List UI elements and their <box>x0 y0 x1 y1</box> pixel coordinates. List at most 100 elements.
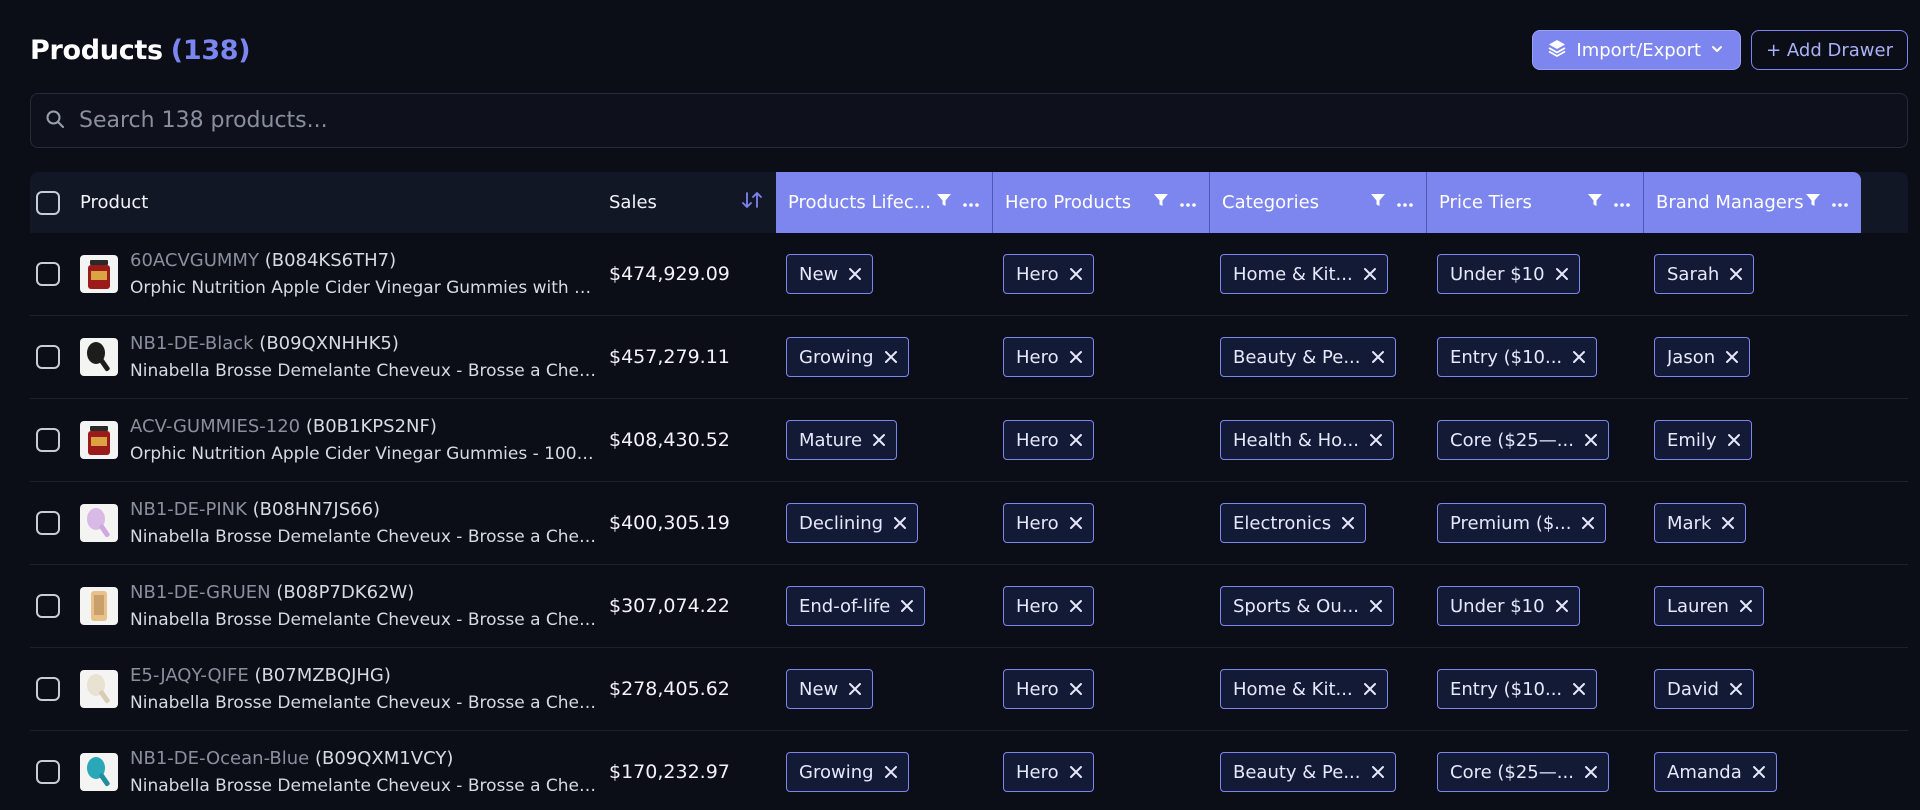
remove-tag-icon[interactable] <box>1069 599 1083 613</box>
remove-tag-icon[interactable] <box>1069 350 1083 364</box>
row-checkbox[interactable] <box>36 262 60 286</box>
product-cell[interactable]: NB1-DE-PINK (B08HN7JS66) Ninabella Bross… <box>78 482 609 564</box>
remove-tag-icon[interactable] <box>1572 682 1586 696</box>
row-checkbox[interactable] <box>36 345 60 369</box>
price-tier-tag[interactable]: Entry ($10... <box>1437 337 1598 377</box>
remove-tag-icon[interactable] <box>1581 516 1595 530</box>
price-tier-tag[interactable]: Core ($25—... <box>1437 420 1609 460</box>
table-row[interactable]: NB1-DE-GRUEN (B08P7DK62W) Ninabella Bros… <box>30 565 1908 648</box>
remove-tag-icon[interactable] <box>1584 765 1598 779</box>
table-row[interactable]: 60ACVGUMMY (B084KS6TH7) Orphic Nutrition… <box>30 233 1908 316</box>
remove-tag-icon[interactable] <box>884 765 898 779</box>
table-row[interactable]: ACV-GUMMIES-120 (B0B1KPS2NF) Orphic Nutr… <box>30 399 1908 482</box>
brand-manager-tag[interactable]: Lauren <box>1654 586 1764 626</box>
category-tag[interactable]: Health & Ho... <box>1220 420 1394 460</box>
more-options-icon[interactable] <box>1396 192 1414 213</box>
product-sku[interactable]: 60ACVGUMMY <box>130 250 259 271</box>
remove-tag-icon[interactable] <box>1363 267 1377 281</box>
remove-tag-icon[interactable] <box>1371 765 1385 779</box>
price-tier-tag[interactable]: Core ($25—... <box>1437 752 1609 792</box>
hero-tag[interactable]: Hero <box>1003 669 1094 709</box>
product-sku[interactable]: ACV-GUMMIES-120 <box>130 416 300 437</box>
row-checkbox[interactable] <box>36 594 60 618</box>
category-tag[interactable]: Beauty & Pe... <box>1220 337 1396 377</box>
remove-tag-icon[interactable] <box>1341 516 1355 530</box>
select-all-checkbox[interactable] <box>36 190 60 215</box>
lifecycle-tag[interactable]: New <box>786 254 874 294</box>
remove-tag-icon[interactable] <box>1729 267 1743 281</box>
product-cell[interactable]: 60ACVGUMMY (B084KS6TH7) Orphic Nutrition… <box>78 233 609 315</box>
brand-manager-tag[interactable]: Emily <box>1654 420 1752 460</box>
lifecycle-tag[interactable]: End-of-life <box>786 586 926 626</box>
more-options-icon[interactable] <box>1831 192 1849 213</box>
product-cell[interactable]: NB1-DE-Ocean-Blue (B09QXM1VCY) Ninabella… <box>78 731 609 810</box>
table-row[interactable]: NB1-DE-Black (B09QXNHHK5) Ninabella Bros… <box>30 316 1908 399</box>
product-sku[interactable]: NB1-DE-GRUEN <box>130 582 271 603</box>
hero-tag[interactable]: Hero <box>1003 337 1094 377</box>
remove-tag-icon[interactable] <box>1752 765 1766 779</box>
lifecycle-tag[interactable]: New <box>786 669 874 709</box>
remove-tag-icon[interactable] <box>1069 516 1083 530</box>
row-checkbox[interactable] <box>36 677 60 701</box>
category-tag[interactable]: Sports & Ou... <box>1220 586 1394 626</box>
lifecycle-tag[interactable]: Growing <box>786 752 909 792</box>
more-options-icon[interactable] <box>962 192 980 213</box>
product-sku[interactable]: E5-JAQY-QIFE <box>130 665 249 686</box>
remove-tag-icon[interactable] <box>1555 599 1569 613</box>
price-tier-tag[interactable]: Premium ($... <box>1437 503 1607 543</box>
product-cell[interactable]: E5-JAQY-QIFE (B07MZBQJHG) Ninabella Bros… <box>78 648 609 730</box>
remove-tag-icon[interactable] <box>872 433 886 447</box>
remove-tag-icon[interactable] <box>1727 433 1741 447</box>
brand-manager-tag[interactable]: Mark <box>1654 503 1747 543</box>
hero-tag[interactable]: Hero <box>1003 586 1094 626</box>
sort-icon[interactable] <box>740 190 764 215</box>
remove-tag-icon[interactable] <box>1721 516 1735 530</box>
table-row[interactable]: E5-JAQY-QIFE (B07MZBQJHG) Ninabella Bros… <box>30 648 1908 731</box>
more-options-icon[interactable] <box>1613 192 1631 213</box>
import-export-button[interactable]: Import/Export <box>1532 30 1742 70</box>
brand-manager-tag[interactable]: Jason <box>1654 337 1751 377</box>
product-cell[interactable]: ACV-GUMMIES-120 (B0B1KPS2NF) Orphic Nutr… <box>78 399 609 481</box>
remove-tag-icon[interactable] <box>1069 765 1083 779</box>
category-tag[interactable]: Home & Kit... <box>1220 669 1388 709</box>
category-tag[interactable]: Beauty & Pe... <box>1220 752 1396 792</box>
row-checkbox[interactable] <box>36 428 60 452</box>
hero-tag[interactable]: Hero <box>1003 420 1094 460</box>
remove-tag-icon[interactable] <box>1069 682 1083 696</box>
remove-tag-icon[interactable] <box>1729 682 1743 696</box>
product-sku[interactable]: NB1-DE-Ocean-Blue <box>130 748 309 769</box>
remove-tag-icon[interactable] <box>848 682 862 696</box>
lifecycle-tag[interactable]: Declining <box>786 503 919 543</box>
brand-manager-tag[interactable]: David <box>1654 669 1754 709</box>
remove-tag-icon[interactable] <box>848 267 862 281</box>
column-header-brand-managers[interactable]: Brand Managers <box>1644 172 1861 233</box>
remove-tag-icon[interactable] <box>1069 267 1083 281</box>
column-header-price-tiers[interactable]: Price Tiers <box>1427 172 1644 233</box>
add-drawer-button[interactable]: + Add Drawer <box>1751 30 1908 70</box>
search-input[interactable] <box>79 108 1907 133</box>
price-tier-tag[interactable]: Under $10 <box>1437 586 1580 626</box>
remove-tag-icon[interactable] <box>893 516 907 530</box>
lifecycle-tag[interactable]: Mature <box>786 420 898 460</box>
row-checkbox[interactable] <box>36 511 60 535</box>
remove-tag-icon[interactable] <box>1363 682 1377 696</box>
column-header-categories[interactable]: Categories <box>1210 172 1427 233</box>
filter-icon[interactable] <box>1805 192 1821 213</box>
brand-manager-tag[interactable]: Amanda <box>1654 752 1777 792</box>
remove-tag-icon[interactable] <box>1069 433 1083 447</box>
price-tier-tag[interactable]: Entry ($10... <box>1437 669 1598 709</box>
remove-tag-icon[interactable] <box>884 350 898 364</box>
remove-tag-icon[interactable] <box>1369 433 1383 447</box>
more-options-icon[interactable] <box>1179 192 1197 213</box>
brand-manager-tag[interactable]: Sarah <box>1654 254 1755 294</box>
table-row[interactable]: NB1-DE-PINK (B08HN7JS66) Ninabella Bross… <box>30 482 1908 565</box>
remove-tag-icon[interactable] <box>1369 599 1383 613</box>
filter-icon[interactable] <box>936 192 952 213</box>
hero-tag[interactable]: Hero <box>1003 503 1094 543</box>
category-tag[interactable]: Home & Kit... <box>1220 254 1388 294</box>
remove-tag-icon[interactable] <box>1572 350 1586 364</box>
category-tag[interactable]: Electronics <box>1220 503 1367 543</box>
column-header-lifecycle[interactable]: Products Lifec... <box>776 172 993 233</box>
product-cell[interactable]: NB1-DE-Black (B09QXNHHK5) Ninabella Bros… <box>78 316 609 398</box>
hero-tag[interactable]: Hero <box>1003 254 1094 294</box>
